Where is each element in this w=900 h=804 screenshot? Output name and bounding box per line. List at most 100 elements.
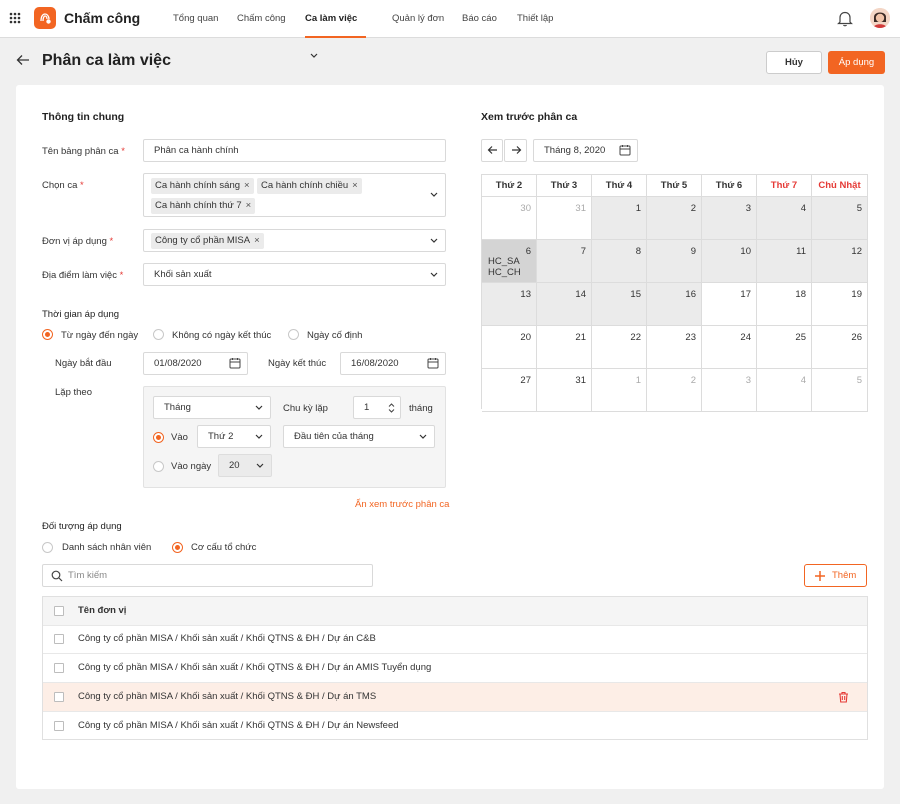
day-number: 27	[520, 375, 531, 386]
radio-employee-list[interactable]	[42, 542, 53, 553]
nav-quan-ly-don[interactable]: Quản lý đơn	[392, 0, 444, 38]
calendar-day-cell[interactable]: 7	[537, 240, 592, 283]
calendar-day-cell[interactable]: 13	[482, 283, 537, 326]
calendar-day-cell[interactable]: 22	[592, 326, 647, 369]
repeat-period-select[interactable]: Tháng	[153, 396, 271, 419]
stepper-arrows-icon[interactable]	[388, 402, 395, 414]
next-month-button[interactable]	[504, 139, 527, 162]
calendar-day-cell[interactable]: 21	[537, 326, 592, 369]
calendar-day-cell[interactable]: 26	[812, 326, 868, 369]
add-button[interactable]: Thêm	[804, 564, 867, 587]
table-row[interactable]: Công ty cổ phần MISA / Khối sản xuất / K…	[43, 683, 867, 712]
calendar-day-cell[interactable]: 18	[757, 283, 812, 326]
table-row[interactable]: Công ty cổ phần MISA / Khối sản xuất / K…	[43, 625, 867, 654]
day-number: 7	[580, 246, 586, 257]
radio-on-weekday[interactable]	[153, 432, 164, 443]
calendar-day-cell[interactable]: 11	[757, 240, 812, 283]
calendar-day-cell[interactable]: 30	[482, 197, 537, 240]
calendar-day-cell[interactable]: 14	[537, 283, 592, 326]
calendar-day-cell[interactable]: 1	[592, 197, 647, 240]
table-name-input[interactable]: Phân ca hành chính	[143, 139, 446, 162]
calendar-day-cell[interactable]: 16	[647, 283, 702, 326]
close-icon[interactable]: ×	[254, 235, 260, 246]
calendar-day-cell[interactable]: 17	[702, 283, 757, 326]
table-row[interactable]: Công ty cổ phần MISA / Khối sản xuất / K…	[43, 654, 867, 683]
calendar-day-cell[interactable]: 20	[482, 326, 537, 369]
row-checkbox[interactable]	[54, 634, 64, 644]
hide-preview-link[interactable]: Ẩn xem trước phân ca	[355, 499, 449, 510]
bell-icon[interactable]	[837, 10, 853, 27]
month-picker[interactable]: Tháng 8, 2020	[533, 139, 638, 162]
calendar-day-cell[interactable]: 5	[812, 197, 868, 240]
trash-icon[interactable]	[838, 691, 849, 703]
chevron-down-icon[interactable]	[430, 192, 438, 197]
row-checkbox[interactable]	[54, 721, 64, 731]
apply-button[interactable]: Áp dụng	[828, 51, 885, 74]
location-select[interactable]: Khối sản xuất	[143, 263, 446, 286]
day-number: 21	[575, 332, 586, 343]
calendar-day-cell[interactable]: 23	[647, 326, 702, 369]
section-title-preview: Xem trước phân ca	[481, 111, 578, 123]
calendar-day-cell[interactable]: 12	[812, 240, 868, 283]
radio-on-date[interactable]	[153, 461, 164, 472]
row-checkbox[interactable]	[54, 663, 64, 673]
calendar-day-cell[interactable]: 31	[537, 369, 592, 412]
calendar-day-cell[interactable]: 10	[702, 240, 757, 283]
start-date-input[interactable]: 01/08/2020	[143, 352, 248, 375]
day-number: 6	[525, 246, 531, 257]
end-date-input[interactable]: 16/08/2020	[340, 352, 446, 375]
select-all-checkbox[interactable]	[54, 606, 64, 616]
close-icon[interactable]: ×	[244, 180, 250, 191]
week-order-select[interactable]: Đầu tiên của tháng	[283, 425, 435, 448]
radio-no-end[interactable]	[153, 329, 164, 340]
nav-cham-cong[interactable]: Chấm công	[237, 0, 286, 38]
weekday-select[interactable]: Thứ 2	[197, 425, 271, 448]
calendar-day-cell[interactable]: 8	[592, 240, 647, 283]
calendar-day-cell[interactable]: 24	[702, 326, 757, 369]
unit-multiselect[interactable]: Công ty cổ phần MISA ×	[143, 229, 446, 252]
calendar-day-cell[interactable]: 2	[647, 369, 702, 412]
cycle-stepper[interactable]: 1	[353, 396, 401, 419]
calendar-day-cell[interactable]: 4	[757, 197, 812, 240]
close-icon[interactable]: ×	[352, 180, 358, 191]
day-number: 24	[740, 332, 751, 343]
calendar-day-cell[interactable]: 31	[537, 197, 592, 240]
calendar-day-cell[interactable]: 4	[757, 369, 812, 412]
calendar-day-cell[interactable]: 19	[812, 283, 868, 326]
repeat-period-value: Tháng	[164, 402, 191, 413]
shift-multiselect[interactable]: Ca hành chính sáng × Ca hành chính chiều ×…	[143, 173, 446, 217]
prev-month-button[interactable]	[481, 139, 503, 162]
calendar-day-cell[interactable]: 5	[812, 369, 868, 412]
radio-fixed-date[interactable]	[288, 329, 299, 340]
app-grid-icon[interactable]	[9, 12, 21, 24]
back-arrow-icon[interactable]	[16, 54, 30, 66]
nav-bao-cao[interactable]: Báo cáo	[462, 0, 497, 38]
close-icon[interactable]: ×	[246, 200, 252, 211]
radio-org-structure[interactable]	[172, 542, 183, 553]
row-checkbox[interactable]	[54, 692, 64, 702]
calendar-day-cell[interactable]: 25	[757, 326, 812, 369]
calendar-icon[interactable]	[427, 357, 439, 369]
nav-ca-lam-viec[interactable]: Ca làm việc	[305, 0, 366, 58]
nav-thiet-lap[interactable]: Thiết lập	[517, 0, 553, 38]
calendar-day-cell[interactable]: 15	[592, 283, 647, 326]
radio-org-structure-label: Cơ cấu tổ chức	[191, 542, 257, 553]
day-number: 16	[685, 289, 696, 300]
calendar-day-cell[interactable]: 3	[702, 197, 757, 240]
radio-date-range[interactable]	[42, 329, 53, 340]
date-select[interactable]: 20	[218, 454, 272, 477]
chevron-down-icon[interactable]	[430, 238, 438, 243]
calendar-day-cell[interactable]: 9	[647, 240, 702, 283]
shift-tag: Ca hành chính thứ 7 ×	[151, 198, 256, 214]
avatar[interactable]	[870, 8, 890, 28]
table-row[interactable]: Công ty cổ phần MISA / Khối sản xuất / K…	[43, 712, 867, 741]
calendar-day-cell[interactable]: 3	[702, 369, 757, 412]
nav-tong-quan[interactable]: Tổng quan	[173, 0, 218, 38]
calendar-day-cell[interactable]: 1	[592, 369, 647, 412]
calendar-day-cell[interactable]: 6 HC_SA HC_CH	[482, 240, 537, 283]
calendar-day-cell[interactable]: 27	[482, 369, 537, 412]
search-input[interactable]: Tìm kiếm	[42, 564, 373, 587]
calendar-icon[interactable]	[229, 357, 241, 369]
calendar-day-cell[interactable]: 2	[647, 197, 702, 240]
cancel-button[interactable]: Hủy	[766, 51, 822, 74]
